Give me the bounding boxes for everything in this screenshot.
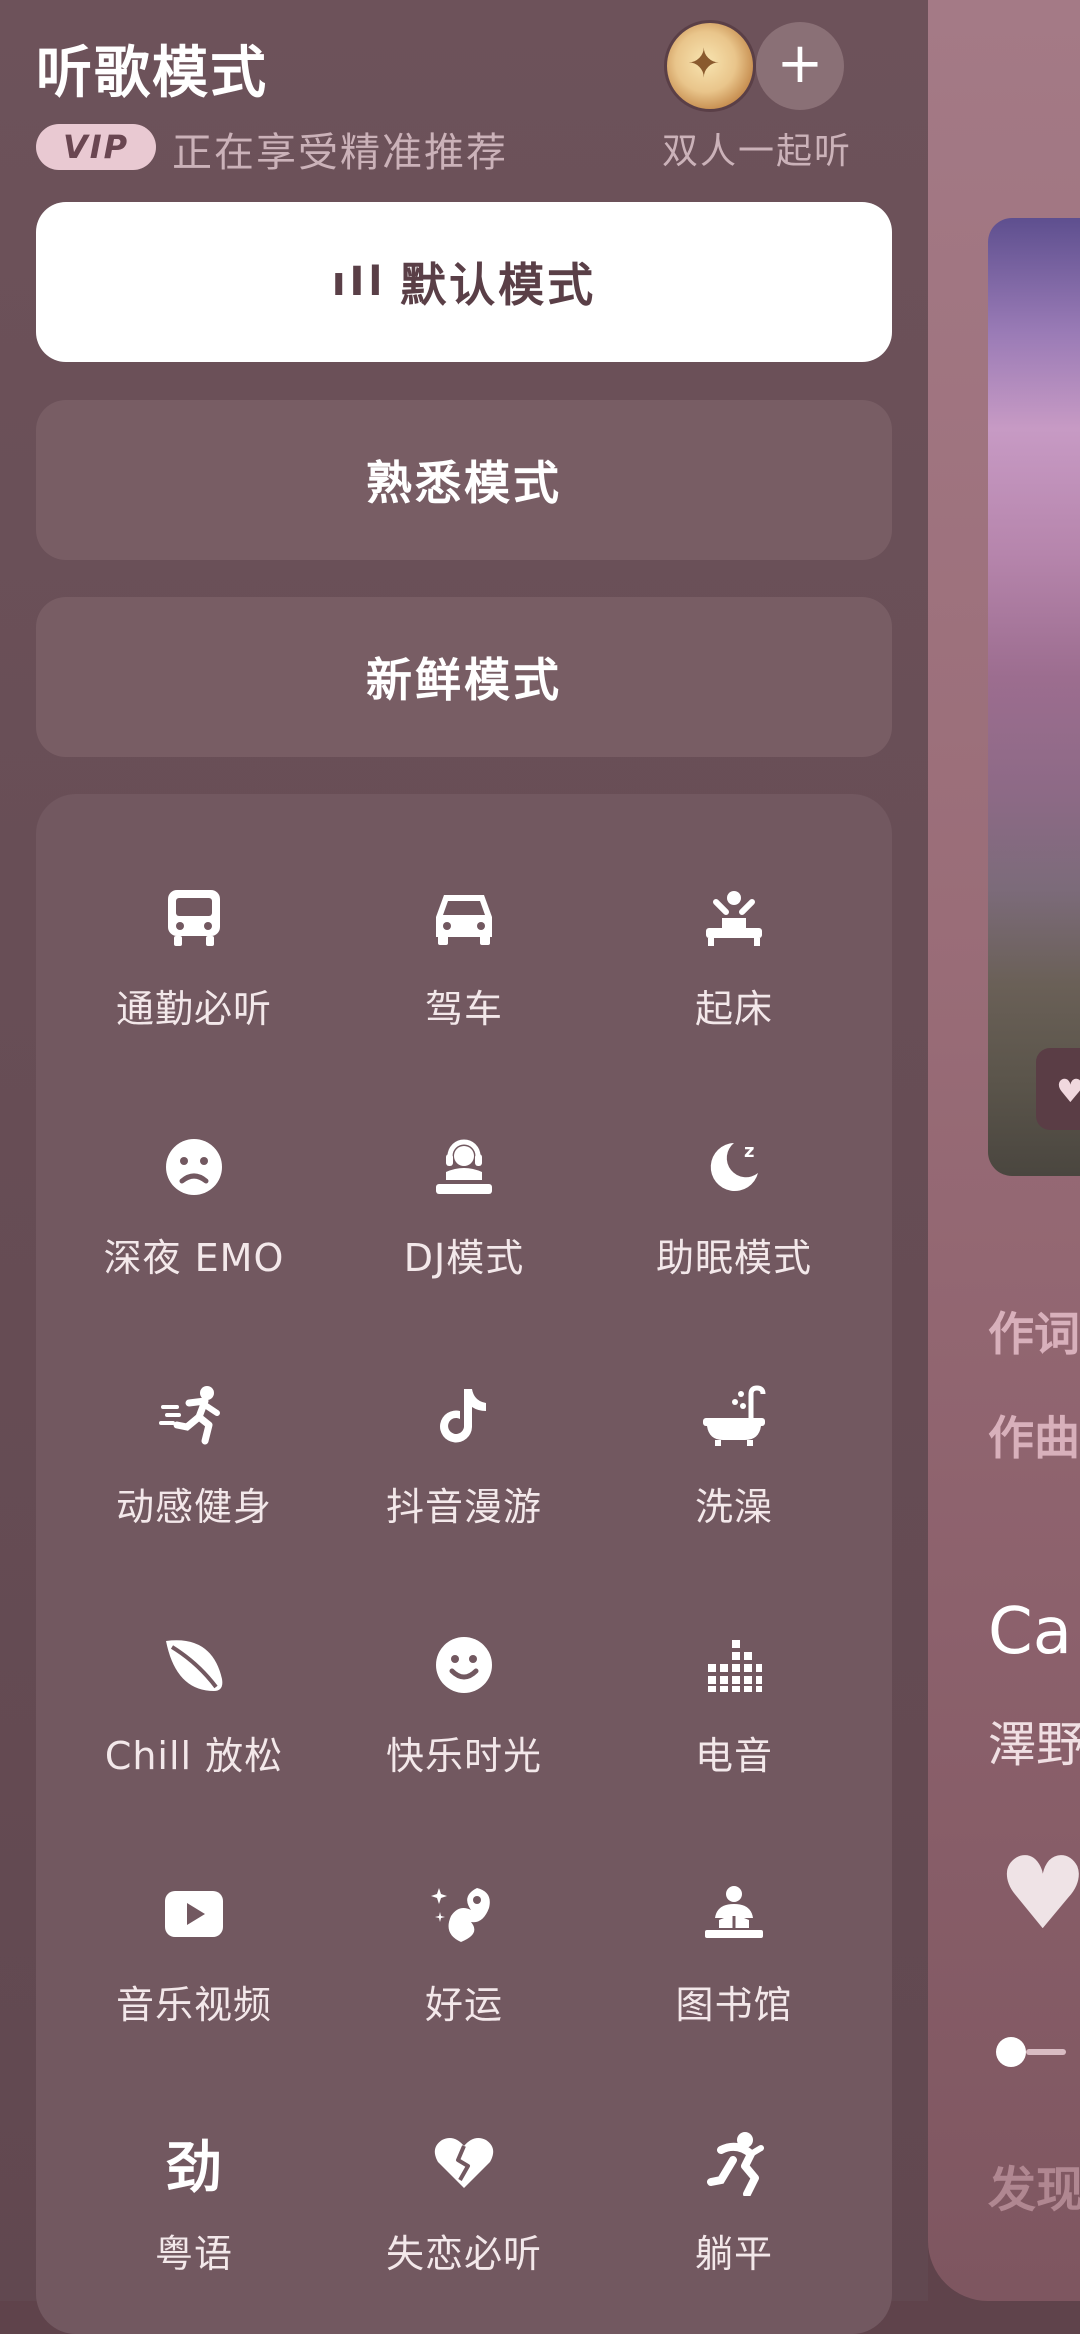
scene-label: DJ模式: [403, 1236, 525, 1280]
scene-shower[interactable]: 洗澡: [599, 1376, 869, 1586]
scene-happy-time[interactable]: 快乐时光: [329, 1625, 599, 1835]
scene-label: 好运: [424, 1983, 503, 2027]
avatar-image-icon: ✦: [687, 41, 721, 87]
scene-label: 通勤必听: [115, 987, 272, 1031]
tiktok-icon: [440, 1389, 486, 1443]
bathtub-icon: [703, 1385, 766, 1446]
familiar-mode-button[interactable]: 熟悉模式: [36, 400, 892, 560]
scene-label: 起床: [694, 987, 773, 1031]
scene-late-night-emo[interactable]: 深夜 EMO: [59, 1127, 329, 1337]
moon-sleep-icon: z: [710, 1141, 758, 1191]
vip-badge: VIP: [36, 124, 156, 170]
scene-music-video[interactable]: 音乐视频: [59, 1874, 329, 2084]
scene-mode-grid: 通勤必听 驾车 起床 深夜 EMO DJ模式 z 助眠模式 动感健身 抖音漫游 …: [36, 794, 892, 2334]
scene-label: 动感健身: [115, 1485, 272, 1529]
equalizer-icon: [708, 1640, 762, 1692]
discover-label[interactable]: 发现: [988, 2150, 1080, 2220]
scene-good-luck[interactable]: 好运: [329, 1874, 599, 2084]
scene-douyin-roam[interactable]: 抖音漫游: [329, 1376, 599, 1586]
now-playing-panel[interactable]: ♥ 作词 作曲 Ca 澤野 ♥ 发现: [928, 0, 1080, 2301]
library-icon: [705, 1886, 763, 1938]
scene-electronic[interactable]: 电音: [599, 1625, 869, 1835]
scene-label: 躺平: [694, 2232, 773, 2276]
progress-track[interactable]: [1026, 2049, 1066, 2055]
default-mode-button[interactable]: ıIl 默认模式: [36, 202, 892, 362]
duet-listen-label[interactable]: 双人一起听: [662, 122, 852, 174]
add-partner-button[interactable]: +: [756, 22, 844, 110]
avatar[interactable]: ✦: [664, 20, 756, 112]
scene-label: 音乐视频: [115, 1983, 272, 2027]
wake-up-icon: [706, 891, 762, 946]
cover-like-badge[interactable]: ♥: [1036, 1048, 1080, 1130]
svg-text:z: z: [744, 1141, 754, 1162]
page-title: 听歌模式: [36, 41, 268, 106]
bus-icon: [168, 890, 220, 946]
broken-heart-icon: [434, 2138, 494, 2188]
scene-label: 助眠模式: [655, 1236, 812, 1280]
fresh-mode-button[interactable]: 新鲜模式: [36, 597, 892, 757]
scene-cantonese[interactable]: 劲 粤语: [59, 2123, 329, 2333]
cantonese-icon: 劲: [166, 2135, 222, 2201]
lie-flat-icon: [707, 2132, 764, 2196]
scene-label: 驾车: [424, 987, 503, 1031]
scene-driving[interactable]: 驾车: [329, 878, 599, 1088]
scene-heartbreak[interactable]: 失恋必听: [329, 2123, 599, 2333]
listening-mode-panel: 听歌模式 VIP 正在享受精准推荐 ✦ + 双人一起听 ıIl 默认模式 熟悉模…: [0, 0, 928, 2334]
scene-label: 快乐时光: [385, 1734, 542, 1778]
scene-chill[interactable]: Chill 放松: [59, 1625, 329, 1835]
default-mode-label: 默认模式: [400, 258, 597, 312]
scene-label: 失恋必听: [385, 2232, 542, 2276]
scene-fitness[interactable]: 动感健身: [59, 1376, 329, 1586]
progress-thumb[interactable]: [996, 2037, 1026, 2067]
scene-lie-flat[interactable]: 躺平: [599, 2123, 869, 2333]
scene-label: 洗澡: [694, 1485, 773, 1529]
scene-label: Chill 放松: [104, 1734, 284, 1778]
lucky-icon: [431, 1888, 490, 1942]
album-cover[interactable]: ♥: [988, 218, 1080, 1176]
dj-icon: [436, 1139, 492, 1194]
waveform-icon: ıIl: [331, 259, 387, 305]
scene-dj-mode[interactable]: DJ模式: [329, 1127, 599, 1337]
like-button[interactable]: ♥: [998, 1835, 1080, 1952]
fresh-mode-label: 新鲜模式: [366, 653, 562, 707]
car-icon: [436, 895, 492, 945]
familiar-mode-label: 熟悉模式: [366, 456, 562, 510]
video-play-icon: [165, 1891, 223, 1937]
running-icon: [159, 1386, 220, 1445]
lyricist-label: 作词: [988, 1307, 1080, 1361]
scene-library[interactable]: 图书馆: [599, 1874, 869, 2084]
scene-wake-up[interactable]: 起床: [599, 878, 869, 1088]
sad-face-icon: [166, 1139, 222, 1195]
scene-label: 抖音漫游: [385, 1485, 542, 1529]
scene-label: 粤语: [154, 2232, 233, 2276]
scene-label: 电音: [694, 1734, 773, 1778]
heart-icon: ♥: [1056, 1072, 1080, 1110]
song-title: Ca: [988, 1595, 1072, 1669]
smile-icon: [436, 1637, 492, 1693]
vip-status-text: 正在享受精准推荐: [172, 130, 508, 176]
scene-label: 图书馆: [675, 1983, 793, 2027]
artist-name[interactable]: 澤野: [988, 1705, 1080, 1775]
scene-label: 深夜 EMO: [103, 1236, 285, 1280]
leaf-icon: [166, 1640, 223, 1691]
composer-label: 作曲: [988, 1411, 1080, 1465]
scene-commute[interactable]: 通勤必听: [59, 878, 329, 1088]
scene-sleep-mode[interactable]: z 助眠模式: [599, 1127, 869, 1337]
